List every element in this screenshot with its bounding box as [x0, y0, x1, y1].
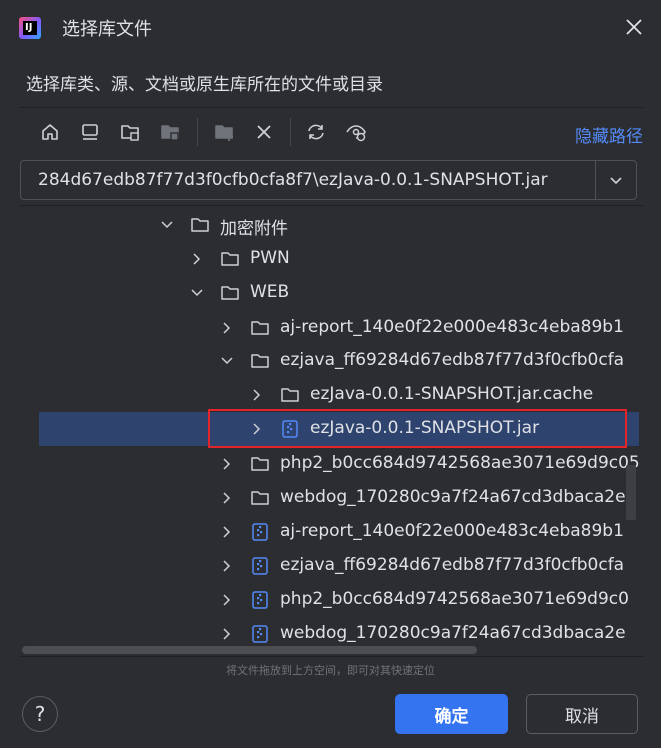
tree-row-label: ezJava-0.0.1-SNAPSHOT.jar.cache	[310, 384, 594, 404]
tree-row-label: ezjava_ff69284d67edb87f77d3f0cfb0cfa	[280, 350, 625, 370]
path-history-dropdown[interactable]	[595, 160, 637, 200]
tree-row-label: ezJava-0.0.1-SNAPSHOT.jar	[310, 418, 540, 438]
folder-icon	[251, 491, 269, 505]
delete-icon	[257, 125, 271, 139]
chevron-right-icon[interactable]	[250, 422, 264, 436]
path-field[interactable]	[20, 160, 596, 200]
drag-drop-hint: 将文件拖放到上方空间，即可对其快速定位	[226, 664, 435, 677]
folder-icon	[221, 286, 239, 300]
folder-icon	[251, 354, 269, 368]
show-hidden-icon	[346, 125, 366, 142]
dialog-description: 选择库类、源、文档或原生库所在的文件或目录	[26, 75, 383, 95]
tree-row-selected[interactable]: ezJava-0.0.1-SNAPSHOT.jar	[39, 412, 639, 446]
file-chooser-dialog: IJ 选择库文件 选择库类、源、文档或原生库所在的文件或目录 隐藏路径 284d…	[0, 0, 661, 748]
project-folder-icon	[121, 125, 139, 141]
new-folder-button[interactable]	[212, 120, 236, 144]
vertical-scrollbar[interactable]	[626, 465, 636, 520]
delete-button[interactable]	[252, 120, 276, 144]
archive-icon	[252, 591, 268, 609]
chevron-right-icon[interactable]	[220, 593, 234, 607]
tree-row-label: PWN	[250, 248, 290, 268]
chevron-right-icon[interactable]	[220, 321, 234, 335]
tree-row[interactable]: php2_b0cc684d9742568ae3071e69d9c0	[20, 583, 643, 617]
show-hidden-button[interactable]	[344, 120, 368, 144]
project-folder-button[interactable]	[118, 120, 142, 144]
archive-icon	[252, 557, 268, 575]
tree-row-label: aj-report_140e0f22e000e483c4eba89b1	[280, 317, 624, 337]
tree-row[interactable]: aj-report_140e0f22e000e483c4eba89b1	[20, 515, 643, 549]
chevron-right-icon[interactable]	[220, 525, 234, 539]
tree-row[interactable]: PWN	[20, 242, 643, 276]
folder-icon	[191, 218, 209, 232]
dialog-title: 选择库文件	[62, 19, 152, 40]
folder-icon	[281, 388, 299, 402]
folder-icon	[251, 457, 269, 471]
chevron-right-icon[interactable]	[220, 559, 234, 573]
tree-row[interactable]: WEB	[20, 276, 643, 310]
intellij-logo-icon: IJ	[19, 17, 41, 39]
chevron-right-icon[interactable]	[250, 388, 264, 402]
tree-row-label: php2_b0cc684d9742568ae3071e69d9c05	[280, 453, 640, 473]
archive-icon	[252, 625, 268, 643]
chevron-right-icon[interactable]	[220, 457, 234, 471]
tree-row[interactable]: php2_b0cc684d9742568ae3071e69d9c05	[20, 447, 643, 481]
refresh-button[interactable]	[304, 120, 328, 144]
refresh-icon	[308, 124, 324, 140]
path-input[interactable]	[21, 161, 595, 199]
archive-icon	[282, 420, 298, 438]
chevron-down-icon[interactable]	[190, 286, 204, 300]
tree-row-label: aj-report_140e0f22e000e483c4eba89b1	[280, 521, 624, 541]
toolbar: 隐藏路径	[20, 108, 643, 158]
help-button[interactable]: ?	[22, 696, 58, 732]
chevron-right-icon[interactable]	[220, 491, 234, 505]
close-button[interactable]	[621, 14, 647, 40]
chevron-down-icon	[609, 177, 622, 185]
close-icon	[626, 19, 642, 35]
new-folder-icon	[215, 125, 233, 141]
chevron-right-icon[interactable]	[190, 252, 204, 266]
tree-row-label: ezjava_ff69284d67edb87f77d3f0cfb0cfa	[280, 555, 625, 575]
folder-icon	[221, 252, 239, 266]
module-folder-icon	[161, 125, 179, 141]
tree-row[interactable]: 加密附件	[20, 208, 643, 242]
tree-row[interactable]: ezJava-0.0.1-SNAPSHOT.jar.cache	[20, 378, 643, 412]
horizontal-scrollbar[interactable]	[22, 646, 477, 654]
tree-row-label: WEB	[250, 282, 290, 302]
title-bar: IJ 选择库文件	[0, 0, 661, 56]
file-tree[interactable]: 加密附件 PWN WEB aj-report_140e0f22e000e483c4eb…	[20, 205, 643, 657]
tree-row[interactable]: aj-report_140e0f22e000e483c4eba89b1	[20, 311, 643, 345]
module-folder-button[interactable]	[158, 120, 182, 144]
tree-row[interactable]: ezjava_ff69284d67edb87f77d3f0cfb0cfa	[20, 549, 643, 583]
toolbar-separator	[197, 118, 198, 146]
chevron-right-icon[interactable]	[220, 627, 234, 641]
archive-icon	[252, 523, 268, 541]
toolbar-separator	[290, 118, 291, 146]
chevron-down-icon[interactable]	[160, 218, 174, 232]
desktop-button[interactable]	[78, 120, 102, 144]
tree-row-label: 加密附件	[220, 219, 288, 239]
tree-row-label: webdog_170280c9a7f24a67cd3dbaca2e	[280, 487, 626, 507]
desktop-icon	[82, 124, 98, 140]
home-icon	[42, 124, 58, 140]
ok-button[interactable]: 确定	[395, 694, 508, 734]
folder-icon	[251, 321, 269, 335]
tree-row-label: webdog_170280c9a7f24a67cd3dbaca2e	[280, 623, 626, 643]
home-button[interactable]	[38, 120, 62, 144]
tree-row[interactable]: webdog_170280c9a7f24a67cd3dbaca2e	[20, 481, 643, 515]
tree-row[interactable]: ezjava_ff69284d67edb87f77d3f0cfb0cfa	[20, 344, 643, 378]
tree-row-label: php2_b0cc684d9742568ae3071e69d9c0	[280, 589, 629, 609]
hide-path-link[interactable]: 隐藏路径	[575, 122, 643, 147]
cancel-button[interactable]: 取消	[526, 694, 638, 734]
chevron-down-icon[interactable]	[220, 354, 234, 368]
